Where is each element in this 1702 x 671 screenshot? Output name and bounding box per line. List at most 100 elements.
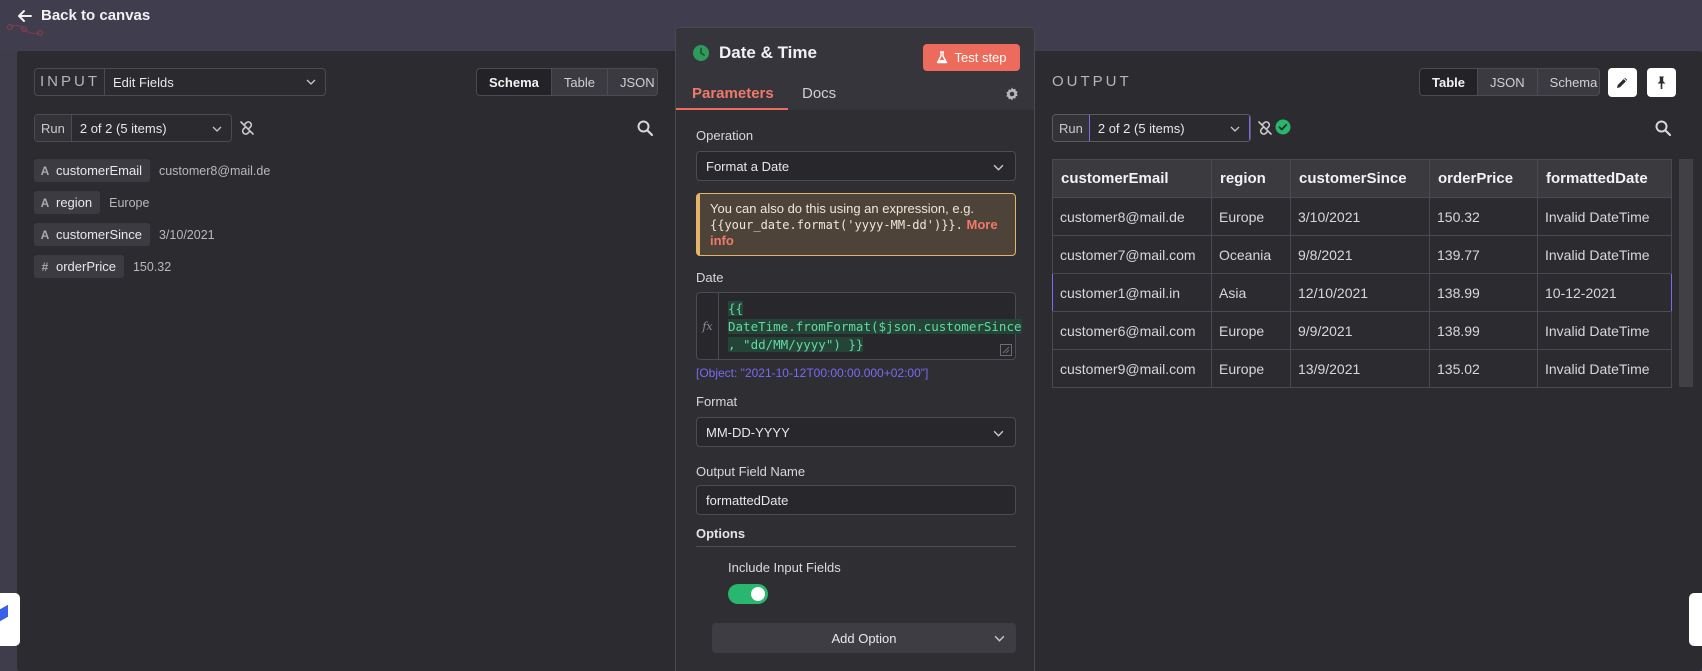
table-cell[interactable]: customer1@mail.in bbox=[1052, 273, 1212, 312]
string-type-icon: A bbox=[40, 227, 50, 242]
input-node-select[interactable]: Edit Fields bbox=[104, 68, 326, 96]
table-cell[interactable]: Invalid DateTime bbox=[1537, 235, 1672, 274]
chevron-down-icon bbox=[994, 635, 1005, 642]
schema-key-pill[interactable]: A customerSince bbox=[34, 223, 150, 246]
table-header-row: customerEmail region customerSince order… bbox=[1052, 159, 1672, 198]
table-cell[interactable]: 12/10/2021 bbox=[1290, 273, 1430, 312]
chevron-down-icon bbox=[1230, 126, 1240, 132]
output-run-selector[interactable]: Run 2 of 2 (5 items) bbox=[1052, 114, 1251, 142]
table-cell[interactable]: Oceania bbox=[1211, 235, 1291, 274]
fx-icon: fx bbox=[697, 293, 719, 359]
unlink-icon[interactable] bbox=[238, 119, 256, 137]
input-node-select-value: Edit Fields bbox=[113, 74, 174, 90]
notice-text: You can also do this using an expression… bbox=[710, 201, 975, 216]
output-view-schema[interactable]: Schema bbox=[1538, 69, 1599, 95]
gear-icon[interactable] bbox=[1004, 86, 1020, 102]
schema-value: 3/10/2021 bbox=[158, 227, 215, 242]
table-cell[interactable]: customer6@mail.com bbox=[1052, 311, 1212, 350]
output-view-json[interactable]: JSON bbox=[1478, 69, 1538, 95]
column-header[interactable]: orderPrice bbox=[1429, 159, 1538, 198]
include-input-fields-label: Include Input Fields bbox=[728, 560, 841, 575]
expression-line: DateTime.fromFormat($json.customerSince bbox=[728, 319, 1022, 334]
operation-select[interactable]: Format a Date bbox=[696, 151, 1016, 181]
schema-key: region bbox=[56, 195, 93, 210]
table-cell[interactable]: Invalid DateTime bbox=[1537, 349, 1672, 388]
table-cell[interactable]: 10-12-2021 bbox=[1537, 273, 1672, 312]
table-cell[interactable]: customer8@mail.de bbox=[1052, 197, 1212, 236]
output-run-select-value: 2 of 2 (5 items) bbox=[1097, 120, 1185, 136]
input-view-schema[interactable]: Schema bbox=[477, 69, 552, 95]
include-input-fields-toggle[interactable] bbox=[728, 584, 768, 604]
table-cell[interactable]: Asia bbox=[1211, 273, 1291, 312]
table-cell[interactable]: 13/9/2021 bbox=[1290, 349, 1430, 388]
table-cell[interactable]: Europe bbox=[1211, 311, 1291, 350]
table-cell[interactable]: Invalid DateTime bbox=[1537, 197, 1672, 236]
schema-key-pill[interactable]: # orderPrice bbox=[34, 255, 124, 278]
schema-key-pill[interactable]: A region bbox=[34, 191, 101, 214]
input-view-json[interactable]: JSON bbox=[608, 69, 657, 95]
schema-row: # orderPrice 150.32 bbox=[34, 255, 171, 278]
table-cell[interactable]: 138.99 bbox=[1429, 273, 1538, 312]
table-cell[interactable]: 139.77 bbox=[1429, 235, 1538, 274]
schema-key: orderPrice bbox=[56, 259, 116, 274]
table-cell[interactable]: 9/8/2021 bbox=[1290, 235, 1430, 274]
notice-code: {{your_date.format('yyyy-MM-dd')}}. bbox=[710, 218, 963, 232]
input-run-select-value: 2 of 2 (5 items) bbox=[79, 120, 167, 136]
output-title: OUTPUT bbox=[1052, 73, 1132, 90]
search-icon[interactable] bbox=[1654, 119, 1672, 137]
table-cell[interactable]: Invalid DateTime bbox=[1537, 311, 1672, 350]
table-cell[interactable]: 138.99 bbox=[1429, 311, 1538, 350]
input-run-selector[interactable]: Run 2 of 2 (5 items) bbox=[34, 114, 232, 142]
chevron-down-icon bbox=[993, 430, 1004, 437]
table-row: customer9@mail.com Europe 13/9/2021 135.… bbox=[1052, 349, 1672, 388]
node-title-text: Date & Time bbox=[719, 43, 817, 62]
expand-editor-icon[interactable] bbox=[1000, 344, 1012, 356]
schema-value: Europe bbox=[109, 195, 150, 210]
schema-key-pill[interactable]: A customerEmail bbox=[34, 159, 150, 182]
add-option-button[interactable]: Add Option bbox=[712, 623, 1016, 653]
output-field-name-input[interactable]: formattedDate bbox=[696, 485, 1016, 515]
node-title: Date & Time bbox=[692, 43, 817, 63]
table-cell[interactable]: 9/9/2021 bbox=[1290, 311, 1430, 350]
flask-icon bbox=[937, 51, 948, 64]
table-cell[interactable]: Europe bbox=[1211, 349, 1291, 388]
schema-row: A region Europe bbox=[34, 191, 149, 214]
expression-result: [Object: "2021-10-12T00:00:00.000+02:00"… bbox=[696, 366, 929, 380]
table-cell[interactable]: 135.02 bbox=[1429, 349, 1538, 388]
table-cell[interactable]: customer7@mail.com bbox=[1052, 235, 1212, 274]
table-cell[interactable]: 150.32 bbox=[1429, 197, 1538, 236]
tab-parameters[interactable]: Parameters bbox=[692, 85, 774, 102]
column-header[interactable]: region bbox=[1211, 159, 1291, 198]
tab-docs[interactable]: Docs bbox=[802, 85, 836, 102]
edit-output-button[interactable] bbox=[1608, 68, 1637, 97]
unlink-icon[interactable] bbox=[1256, 119, 1274, 137]
table-cell[interactable]: 3/10/2021 bbox=[1290, 197, 1430, 236]
table-scrollbar[interactable] bbox=[1679, 159, 1693, 387]
date-expression-editor[interactable]: fx {{ DateTime.fromFormat($json.customer… bbox=[696, 292, 1022, 360]
table-cell[interactable]: Europe bbox=[1211, 197, 1291, 236]
chevron-down-icon bbox=[212, 126, 222, 132]
column-header[interactable]: customerSince bbox=[1290, 159, 1430, 198]
column-header[interactable]: formattedDate bbox=[1537, 159, 1672, 198]
string-type-icon: A bbox=[40, 163, 50, 178]
pin-data-button[interactable] bbox=[1647, 68, 1676, 97]
output-run-select[interactable]: 2 of 2 (5 items) bbox=[1088, 115, 1250, 141]
table-cell[interactable]: customer9@mail.com bbox=[1052, 349, 1212, 388]
schema-value: 150.32 bbox=[132, 259, 172, 274]
format-select[interactable]: MM-DD-YYYY bbox=[696, 417, 1016, 447]
output-field-name-label: Output Field Name bbox=[696, 464, 806, 479]
input-run-select[interactable]: 2 of 2 (5 items) bbox=[71, 115, 231, 141]
input-view-table[interactable]: Table bbox=[552, 69, 608, 95]
options-divider bbox=[696, 546, 1016, 547]
column-header[interactable]: customerEmail bbox=[1052, 159, 1212, 198]
format-label: Format bbox=[696, 394, 738, 409]
output-view-table[interactable]: Table bbox=[1420, 69, 1478, 95]
test-step-button[interactable]: Test step bbox=[923, 44, 1020, 71]
input-view-switch: Schema Table JSON bbox=[476, 68, 658, 96]
string-type-icon: A bbox=[40, 195, 50, 210]
options-title: Options bbox=[696, 526, 746, 541]
back-to-canvas-label: Back to canvas bbox=[41, 7, 151, 24]
left-panel-drag-handle[interactable] bbox=[0, 593, 20, 646]
search-icon[interactable] bbox=[636, 119, 654, 137]
right-panel-drag-handle[interactable] bbox=[1689, 593, 1702, 646]
